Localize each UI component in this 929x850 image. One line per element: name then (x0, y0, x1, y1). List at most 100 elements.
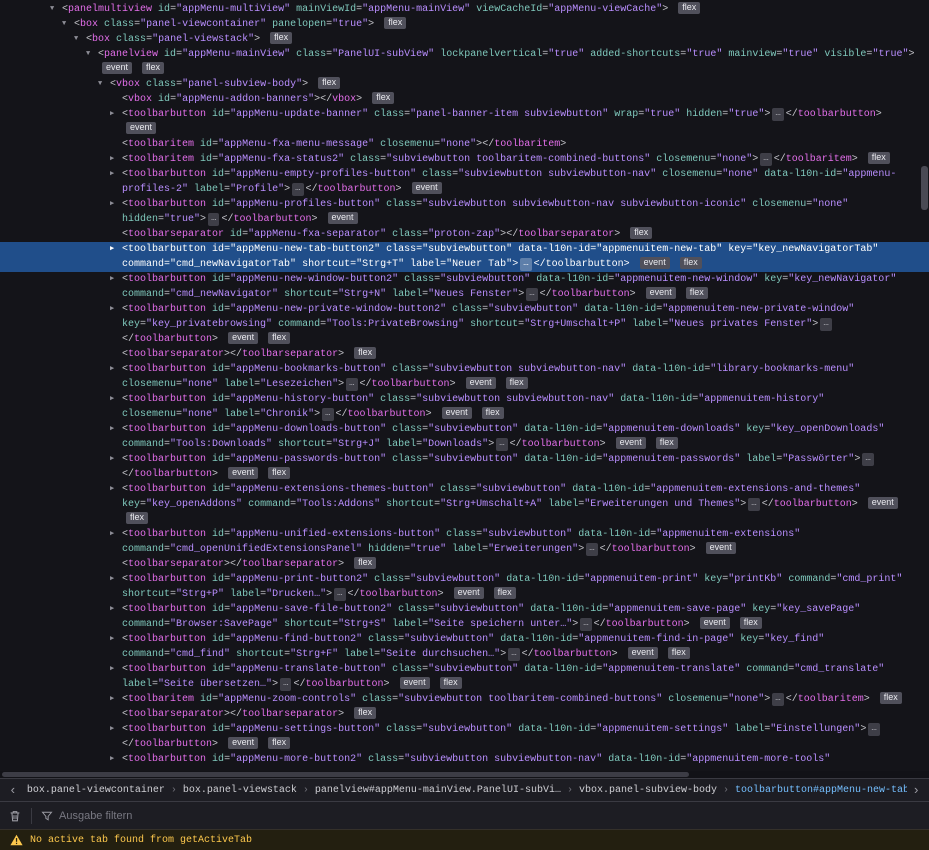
attr-value-token[interactable]: "PanelUI-subView" (332, 49, 434, 60)
closing-tag-token[interactable]: toolbarbutton (306, 679, 384, 690)
flex-badge[interactable]: flex (656, 437, 678, 449)
attr-value-token[interactable]: "Erweiterungen" (488, 544, 578, 555)
attr-name-token[interactable]: class (398, 604, 428, 615)
attr-value-token[interactable]: "appMenu-mainView" (182, 49, 290, 60)
inline-children-marker[interactable]: … (334, 588, 345, 601)
attr-value-token[interactable]: "Profile" (230, 184, 284, 195)
flex-badge[interactable]: flex (318, 77, 340, 89)
attr-name-token[interactable]: id (212, 634, 224, 645)
flex-badge[interactable]: flex (384, 17, 406, 29)
attr-value-token[interactable]: "none" (182, 409, 218, 420)
attr-value-token[interactable]: "Tools:Addons" (296, 499, 380, 510)
attr-value-token[interactable]: "key_savePage" (776, 604, 860, 615)
tag-token[interactable]: toolbarbutton (128, 274, 206, 285)
breadcrumb-scroll-right-icon[interactable]: › (907, 783, 925, 798)
attr-value-token[interactable]: "key_newNavigator" (788, 274, 896, 285)
event-badge[interactable]: event (228, 737, 258, 749)
attr-value-token[interactable]: "Strg+N" (338, 289, 386, 300)
attr-name-token[interactable]: id (212, 274, 224, 285)
attr-value-token[interactable]: "subviewbutton" (434, 604, 524, 615)
markup-node[interactable]: ▼<vbox class="panel-subview-body"> flex (0, 77, 929, 92)
attr-value-token[interactable]: "none" (440, 139, 476, 150)
tag-token[interactable]: toolbarbutton (128, 109, 206, 120)
tag-token[interactable]: toolbarbutton (128, 244, 206, 255)
markup-node[interactable]: ▶<toolbarbutton id="appMenu-passwords-bu… (0, 452, 929, 482)
collapse-twisty-icon[interactable]: ▶ (110, 752, 122, 767)
tag-token[interactable]: vbox (116, 79, 140, 90)
collapse-twisty-icon[interactable]: ▶ (110, 167, 122, 197)
markup-node[interactable]: <toolbaritem id="appMenu-fxa-menu-messag… (0, 137, 929, 152)
attr-name-token[interactable]: command (122, 544, 164, 555)
attr-value-token[interactable]: "subviewbutton subviewbutton-nav" (416, 394, 614, 405)
markup-node[interactable]: ▼<box class="panel-viewcontainer" panelo… (0, 17, 929, 32)
collapse-twisty-icon[interactable]: ▶ (110, 152, 122, 167)
attr-name-token[interactable]: data-l10n-id (524, 424, 596, 435)
attr-value-token[interactable]: "Drucken…" (266, 589, 326, 600)
tag-token[interactable]: box (80, 19, 98, 30)
attr-name-token[interactable]: data-l10n-id (572, 484, 644, 495)
tag-token[interactable]: box (92, 34, 110, 45)
tag-token[interactable]: toolbarbutton (128, 529, 206, 540)
event-badge[interactable]: event (628, 647, 658, 659)
attr-name-token[interactable]: id (212, 754, 224, 765)
attr-name-token[interactable]: class (116, 34, 146, 45)
attr-name-token[interactable]: wrap (614, 109, 638, 120)
expand-twisty-icon[interactable]: ▼ (98, 77, 110, 92)
closing-tag-token[interactable]: toolbarbutton (134, 739, 212, 750)
inline-children-marker[interactable]: … (508, 648, 519, 661)
closing-tag-token[interactable]: toolbaritem (798, 694, 864, 705)
attr-value-token[interactable]: "appMenu-unified-extensions-button" (230, 529, 440, 540)
event-badge[interactable]: event (466, 377, 496, 389)
attr-value-token[interactable]: "Seite durchsuchen…" (380, 649, 500, 660)
attr-name-token[interactable]: shortcut (122, 589, 170, 600)
attr-value-token[interactable]: "panel-viewstack" (152, 34, 254, 45)
attr-name-token[interactable]: class (404, 274, 434, 285)
closing-tag-token[interactable]: toolbarbutton (774, 499, 852, 510)
attr-name-token[interactable]: data-l10n-id (584, 304, 656, 315)
tag-token[interactable]: toolbarbutton (128, 484, 206, 495)
attr-value-token[interactable]: "appmenuitem-more-tools" (686, 754, 830, 765)
flex-badge[interactable]: flex (268, 467, 290, 479)
markup-node[interactable]: ▶<toolbarbutton id="appMenu-empty-profil… (0, 167, 929, 197)
attr-value-token[interactable]: "appmenuitem-new-private-window" (662, 304, 854, 315)
attr-value-token[interactable]: "appmenuitem-new-tab" (596, 244, 722, 255)
markup-node[interactable]: ▶<toolbarbutton id="appMenu-new-private-… (0, 302, 929, 347)
attr-name-token[interactable]: class (146, 79, 176, 90)
attr-name-token[interactable]: data-l10n-id (506, 574, 578, 585)
attr-name-token[interactable]: command (122, 289, 164, 300)
attr-value-token[interactable]: "appmenuitem-downloads" (602, 424, 740, 435)
attr-name-token[interactable]: id (200, 139, 212, 150)
attr-value-token[interactable]: "cmd_newNavigator" (170, 289, 278, 300)
attr-name-token[interactable]: label (194, 184, 224, 195)
attr-name-token[interactable]: hidden (686, 109, 722, 120)
attr-value-token[interactable]: "Strg+P" (176, 589, 224, 600)
attr-name-token[interactable]: key (752, 604, 770, 615)
inline-children-marker[interactable]: … (496, 438, 507, 451)
inline-children-marker[interactable]: … (586, 543, 597, 556)
attr-value-token[interactable]: "library-bookmarks-menu" (710, 364, 854, 375)
tag-token[interactable]: toolbarseparator (128, 709, 224, 720)
flex-badge[interactable]: flex (680, 257, 702, 269)
attr-name-token[interactable]: label (632, 319, 662, 330)
closing-tag-token[interactable]: toolbarbutton (546, 259, 624, 270)
attr-name-token[interactable]: label (452, 544, 482, 555)
attr-value-token[interactable]: "subviewbutton subviewbutton-nav" (458, 169, 656, 180)
attr-value-token[interactable]: "appMenu-profiles-button" (230, 199, 380, 210)
closing-tag-token[interactable]: toolbarbutton (534, 649, 612, 660)
collapse-twisty-icon[interactable]: ▶ (110, 107, 122, 137)
attr-value-token[interactable]: "appMenu-fxa-separator" (248, 229, 386, 240)
tag-token[interactable]: vbox (128, 94, 152, 105)
attr-value-token[interactable]: "appMenu-history-button" (230, 394, 374, 405)
attr-name-token[interactable]: class (446, 529, 476, 540)
attr-name-token[interactable]: key (740, 634, 758, 645)
closing-tag-token[interactable]: toolbarbutton (522, 439, 600, 450)
attr-name-token[interactable]: label (122, 679, 152, 690)
markup-node[interactable]: ▶<toolbarbutton id="appMenu-find-button2… (0, 632, 929, 662)
attr-name-token[interactable]: data-l10n-id (518, 244, 590, 255)
attr-value-token[interactable]: "Browser:SavePage" (170, 619, 278, 630)
attr-name-token[interactable]: id (212, 724, 224, 735)
attr-value-token[interactable]: "appMenu-bookmarks-button" (230, 364, 386, 375)
attr-name-token[interactable]: class (368, 754, 398, 765)
closing-tag-token[interactable]: toolbarseparator (242, 349, 338, 360)
attr-name-token[interactable]: class (374, 574, 404, 585)
